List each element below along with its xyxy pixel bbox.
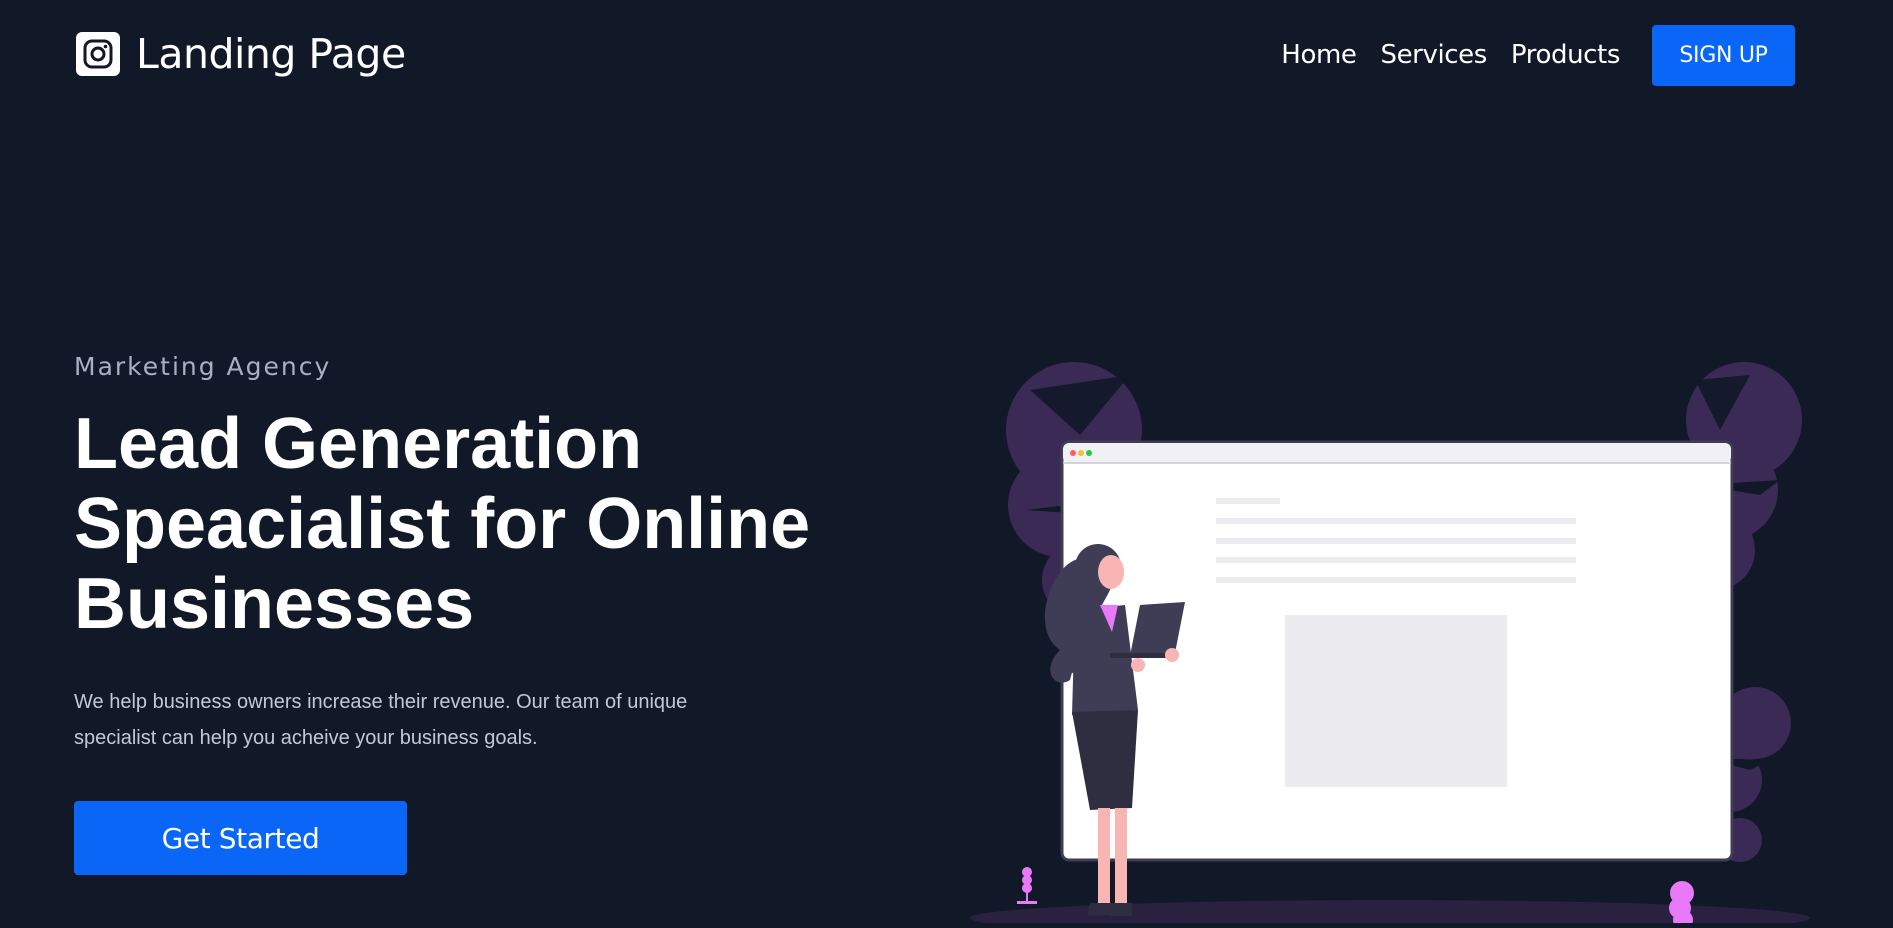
brand-title: Landing Page: [136, 30, 406, 78]
signup-button[interactable]: SIGN UP: [1652, 25, 1795, 86]
hero-illustration: [960, 350, 1820, 928]
nav-link-products[interactable]: Products: [1511, 38, 1620, 72]
hero-section: Marketing Agency Lead Generation Speacia…: [74, 350, 874, 756]
woman-with-laptop-illustration: [970, 362, 1810, 928]
hero-headline: Lead Generation Speacialist for Online B…: [74, 404, 811, 644]
navbar: Landing Page Home Services Products SIGN…: [0, 0, 1893, 110]
instagram-icon: [76, 32, 120, 76]
main-nav: Home Services Products: [1281, 38, 1620, 72]
hero-description: We help business owners increase their r…: [74, 691, 688, 749]
hero-eyebrow: Marketing Agency: [74, 352, 332, 381]
nav-link-home[interactable]: Home: [1281, 38, 1357, 72]
brand-link[interactable]: Landing Page: [76, 32, 406, 76]
nav-link-services[interactable]: Services: [1380, 38, 1487, 72]
get-started-button[interactable]: Get Started: [74, 801, 407, 875]
